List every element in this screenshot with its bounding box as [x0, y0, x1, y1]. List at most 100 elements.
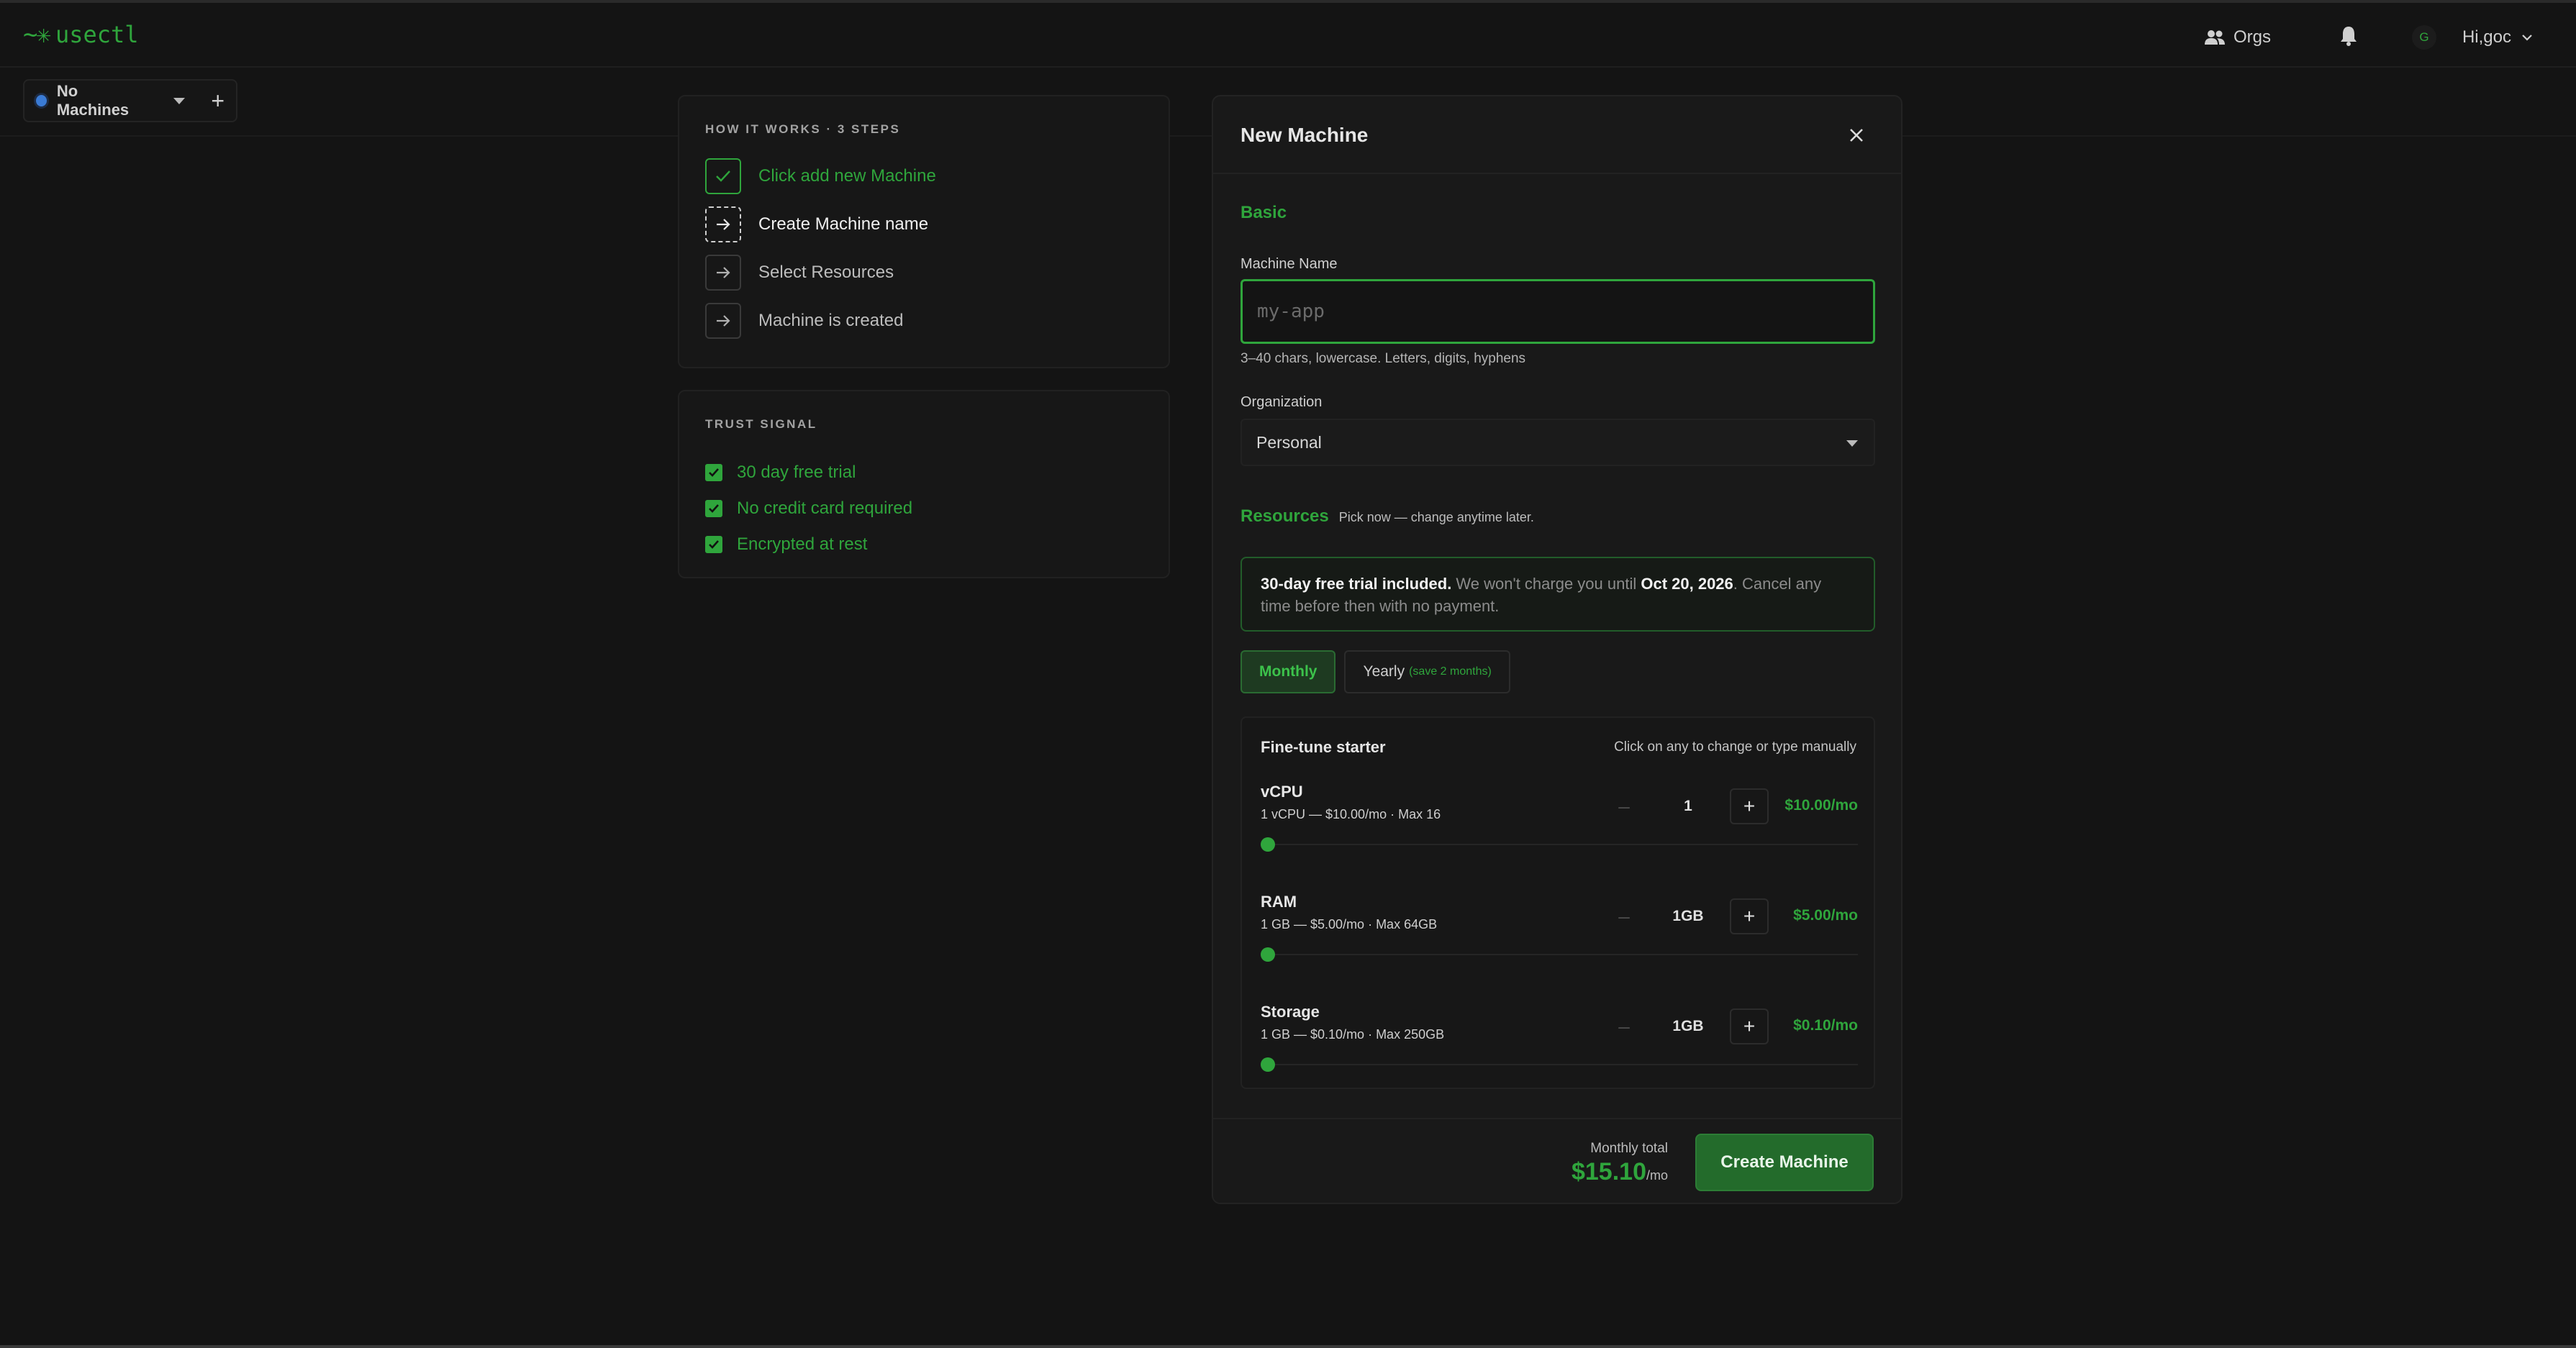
step-label: Machine is created [758, 311, 904, 330]
quantity-value[interactable]: 1GB [1659, 898, 1717, 934]
step-item: Machine is created [705, 303, 936, 339]
storage-slider[interactable] [1261, 1057, 1858, 1072]
resource-price: $5.00/mo [1793, 907, 1858, 924]
caret-down-icon[interactable] [173, 97, 186, 104]
slider-thumb[interactable] [1261, 947, 1275, 962]
notifications-button[interactable] [2340, 26, 2357, 50]
trust-item: Encrypted at rest [705, 527, 912, 563]
user-menu[interactable]: G Hi,goc [2411, 25, 2533, 50]
resources-section-title: Resources [1241, 506, 1329, 526]
checkbox-icon [705, 500, 722, 517]
bell-icon [2340, 26, 2357, 46]
status-dot [36, 95, 47, 106]
steps-list: Click add new Machine Create Machine nam… [705, 158, 936, 351]
plus-icon[interactable]: + [211, 88, 225, 114]
machine-name-input[interactable] [1241, 279, 1875, 344]
slider-track [1261, 954, 1858, 955]
plan-card: Fine-tune starter Click on any to change… [1241, 716, 1875, 1089]
total-unit: /mo [1646, 1168, 1668, 1183]
resource-meta: 1 vCPU — $10.00/mo · Max 16 [1261, 807, 1441, 821]
organization-value: Personal [1256, 432, 1322, 452]
step-item: Select Resources [705, 255, 936, 291]
chevron-down-icon [2522, 35, 2532, 41]
top-bar: ~✳ usectl Orgs G Hi,goc [0, 0, 2576, 68]
resources-header: Resources Pick now — change anytime late… [1241, 506, 1534, 527]
decrement-button[interactable]: – [1606, 898, 1642, 934]
resource-price: $0.10/mo [1793, 1017, 1858, 1034]
checkbox-icon [705, 536, 722, 553]
slider-track [1261, 844, 1858, 845]
resource-row-ram: RAM 1 GB — $5.00/mo · Max 64GB – 1GB + $… [1261, 893, 1858, 993]
machine-name-hint: 3–40 chars, lowercase. Letters, digits, … [1241, 351, 1526, 366]
total-amount: $15.10 [1571, 1158, 1646, 1185]
ram-slider[interactable] [1261, 947, 1858, 962]
total-value: $15.10/mo [1572, 1158, 1668, 1186]
resource-name: Storage [1261, 1003, 1320, 1021]
user-greeting: Hi,goc [2462, 27, 2511, 47]
billing-toggle: Monthly Yearly (save 2 months) [1241, 650, 1510, 693]
increment-button[interactable]: + [1730, 898, 1769, 934]
organization-label: Organization [1241, 394, 1323, 410]
plan-name: Fine-tune starter [1261, 738, 1386, 756]
slider-track [1261, 1064, 1858, 1065]
arrow-right-icon [705, 303, 741, 339]
trust-list: 30 day free trial No credit card require… [705, 455, 912, 563]
machine-selector[interactable]: No Machines + [23, 79, 237, 122]
trust-item-label: No credit card required [737, 498, 913, 518]
check-icon [705, 158, 741, 194]
increment-button[interactable]: + [1730, 1008, 1769, 1044]
slider-thumb[interactable] [1261, 837, 1275, 852]
decrement-button[interactable]: – [1606, 788, 1642, 824]
trust-signal-card: TRUST SIGNAL 30 day free trial No credit… [678, 390, 1170, 578]
create-machine-button[interactable]: Create Machine [1695, 1134, 1874, 1191]
trust-item-label: 30 day free trial [737, 463, 856, 482]
people-icon [2204, 30, 2225, 45]
bottom-border [0, 1345, 2576, 1348]
step-label: Select Resources [758, 263, 894, 282]
plan-hint: Click on any to change or type manually [1614, 739, 1856, 755]
modal-footer: Monthly total $15.10/mo Create Machine [1213, 1118, 1901, 1203]
trust-item: 30 day free trial [705, 455, 912, 491]
orgs-button[interactable]: Orgs [2204, 27, 2271, 47]
slider-thumb[interactable] [1261, 1057, 1275, 1072]
resource-name: RAM [1261, 893, 1297, 911]
increment-button[interactable]: + [1730, 788, 1769, 824]
trial-headline: 30-day free trial included. [1261, 575, 1452, 593]
trust-item-label: Encrypted at rest [737, 534, 868, 554]
step-item: Create Machine name [705, 206, 936, 242]
resource-meta: 1 GB — $5.00/mo · Max 64GB [1261, 917, 1438, 932]
modal-title: New Machine [1241, 124, 1369, 146]
trust-signal-title: TRUST SIGNAL [705, 417, 817, 431]
decrement-button[interactable]: – [1606, 1008, 1642, 1044]
step-item: Click add new Machine [705, 158, 936, 194]
resource-row-vcpu: vCPU 1 vCPU — $10.00/mo · Max 16 – 1 + $… [1261, 783, 1858, 883]
modal-header: New Machine [1213, 96, 1901, 174]
yearly-button[interactable]: Yearly (save 2 months) [1344, 650, 1510, 693]
organization-select[interactable]: Personal [1241, 419, 1875, 466]
arrow-right-icon [705, 255, 741, 291]
orgs-label: Orgs [2233, 27, 2271, 47]
resource-name: vCPU [1261, 783, 1303, 801]
yearly-label: Yearly [1363, 663, 1405, 680]
quantity-value[interactable]: 1GB [1659, 1008, 1717, 1044]
basic-section-title: Basic [1241, 203, 1287, 222]
monthly-button[interactable]: Monthly [1241, 650, 1336, 693]
quantity-value[interactable]: 1 [1659, 788, 1717, 824]
machine-selector-label: No Machines [56, 82, 130, 119]
yearly-save-tag: (save 2 months) [1409, 665, 1492, 678]
logo-text: usectl [55, 21, 139, 48]
close-button[interactable] [1843, 122, 1869, 148]
how-it-works-card: HOW IT WORKS · 3 STEPS Click add new Mac… [678, 95, 1170, 368]
step-label: Create Machine name [758, 214, 929, 234]
checkbox-icon [705, 464, 722, 481]
trial-text: We won't charge you until [1451, 575, 1641, 593]
logo[interactable]: ~✳ usectl [23, 20, 139, 49]
vcpu-slider[interactable] [1261, 837, 1858, 852]
caret-down-icon [1846, 440, 1858, 447]
resource-row-storage: Storage 1 GB — $0.10/mo · Max 250GB – 1G… [1261, 1003, 1858, 1103]
resources-subtitle: Pick now — change anytime later. [1338, 510, 1534, 524]
arrow-right-icon [705, 206, 741, 242]
step-label: Click add new Machine [758, 166, 936, 186]
how-it-works-title: HOW IT WORKS · 3 STEPS [705, 122, 901, 136]
trial-notice: 30-day free trial included. We won't cha… [1241, 557, 1875, 632]
